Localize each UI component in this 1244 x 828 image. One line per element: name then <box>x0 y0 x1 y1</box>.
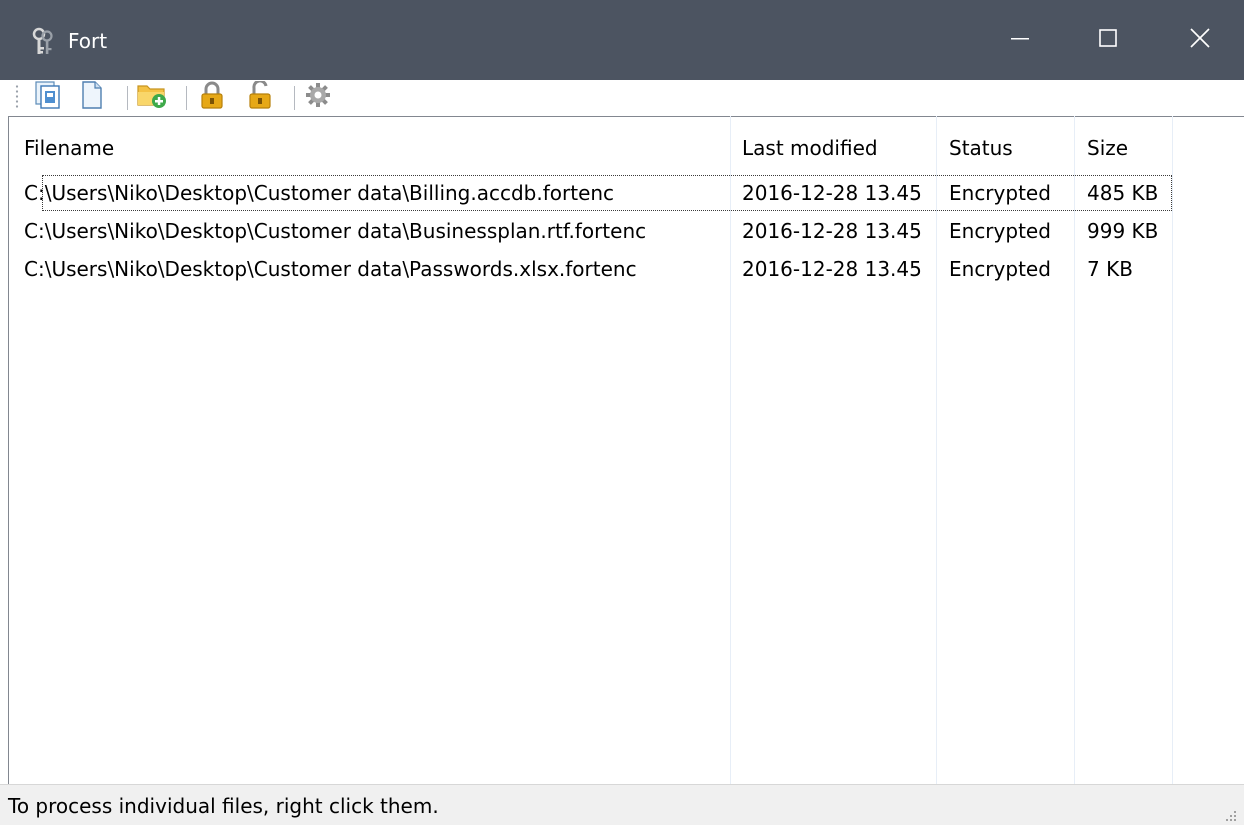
cell-last-modified: 2016-12-28 13.45 <box>742 257 922 281</box>
cell-filename: C:\Users\Niko\Desktop\Customer data\Bill… <box>24 181 615 205</box>
close-button[interactable] <box>1156 0 1244 80</box>
toolbar-separator <box>127 86 128 110</box>
close-icon <box>1189 27 1211 54</box>
new-file-button[interactable] <box>78 80 106 114</box>
cell-size: 485 KB <box>1087 181 1159 205</box>
document-icon <box>81 80 103 114</box>
open-files-icon <box>35 80 61 114</box>
minimize-icon <box>1010 28 1030 53</box>
encrypt-button[interactable] <box>198 81 226 114</box>
cell-filename: C:\Users\Niko\Desktop\Customer data\Pass… <box>24 257 637 281</box>
maximize-icon <box>1098 28 1118 53</box>
cell-status: Encrypted <box>949 181 1051 205</box>
lock-icon <box>199 81 225 114</box>
minimize-button[interactable] <box>976 0 1064 80</box>
toolbar-separator <box>186 86 187 110</box>
column-divider <box>1172 116 1173 784</box>
cell-size: 999 KB <box>1087 219 1159 243</box>
cell-size: 7 KB <box>1087 257 1133 281</box>
status-text: To process individual files, right click… <box>8 794 439 818</box>
keys-icon <box>30 27 56 57</box>
resize-grip-icon[interactable] <box>1222 804 1238 821</box>
decrypt-button[interactable] <box>246 78 274 114</box>
column-header-last-modified[interactable]: Last modified <box>742 130 878 166</box>
add-folder-icon <box>137 81 167 114</box>
gear-icon <box>305 82 331 113</box>
cell-filename: C:\Users\Niko\Desktop\Customer data\Busi… <box>24 219 647 243</box>
title-bar[interactable]: Fort <box>0 0 1244 80</box>
toolbar-grip[interactable] <box>15 84 19 110</box>
add-folder-button[interactable] <box>137 81 167 114</box>
column-header-size[interactable]: Size <box>1087 130 1128 166</box>
column-header-filename[interactable]: Filename <box>24 130 114 166</box>
window-title: Fort <box>68 29 108 53</box>
toolbar-separator <box>294 86 295 110</box>
fort-window: Fort Filename Last modified Status Size … <box>0 0 1244 825</box>
cell-last-modified: 2016-12-28 13.45 <box>742 219 922 243</box>
open-files-button[interactable] <box>34 80 62 114</box>
column-header-status[interactable]: Status <box>949 130 1013 166</box>
settings-button[interactable] <box>304 82 332 112</box>
maximize-button[interactable] <box>1064 0 1152 80</box>
cell-status: Encrypted <box>949 219 1051 243</box>
cell-last-modified: 2016-12-28 13.45 <box>742 181 922 205</box>
unlock-icon <box>247 78 273 114</box>
cell-status: Encrypted <box>949 257 1051 281</box>
